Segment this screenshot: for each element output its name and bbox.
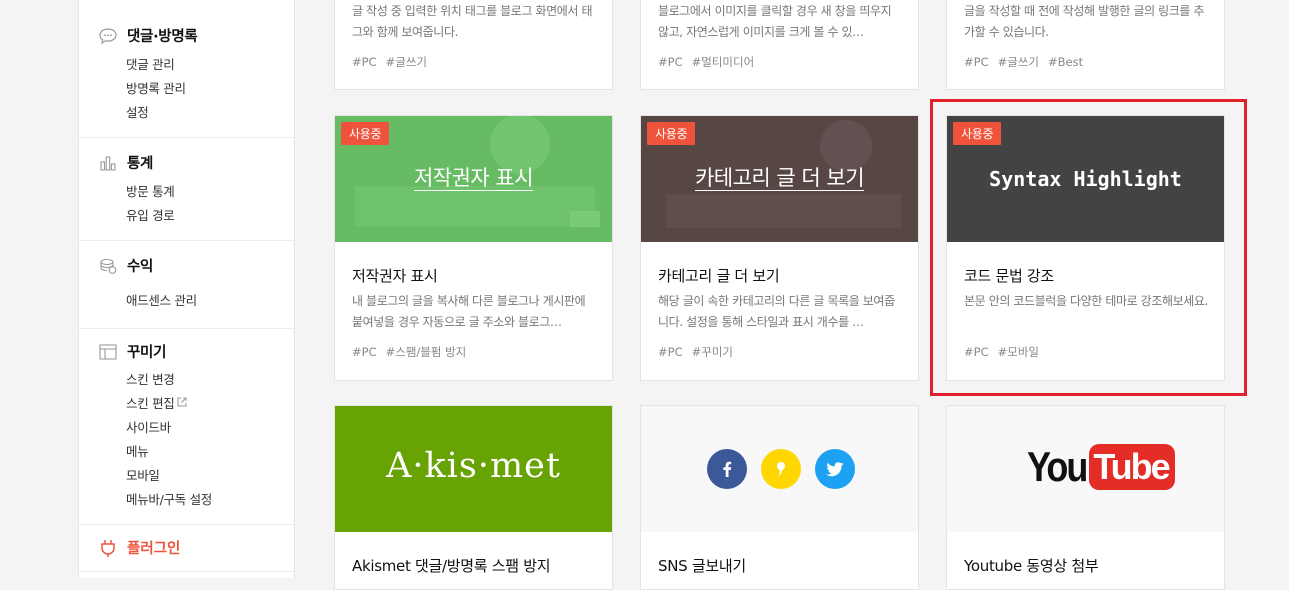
sidebar-heading-stats[interactable]: 통계 xyxy=(97,152,153,173)
plugin-tags: #PC #글쓰기 #Best xyxy=(964,54,1092,70)
sidebar-title-stats: 통계 xyxy=(127,156,154,172)
plugin-tags: #PC #멀티미디어 xyxy=(658,54,763,70)
plugin-thumbnail: You Tube xyxy=(947,406,1224,532)
thumbnail-title: 저작권자 표시 xyxy=(335,162,612,192)
facebook-icon xyxy=(707,449,747,489)
plugin-name: 저작권자 표시 xyxy=(352,267,438,285)
plugin-name: SNS 글보내기 xyxy=(658,557,746,575)
tag[interactable]: #PC xyxy=(352,55,377,69)
thumbnail-title-text: 카테고리 글 더 보기 xyxy=(694,166,865,190)
kakaostory-icon xyxy=(761,449,801,489)
plugin-card-location-tag[interactable]: 글 작성 중 입력한 위치 태그를 블로그 화면에서 태그와 함께 보여줍니다.… xyxy=(334,0,613,90)
plugin-name: Akismet 댓글/방명록 스팸 방지 xyxy=(352,557,551,575)
youtube-logo: You Tube xyxy=(1027,442,1175,490)
sidebar-title-design: 꾸미기 xyxy=(127,345,167,361)
tag[interactable]: #글쓰기 xyxy=(998,55,1039,69)
sidebar-heading-comments[interactable]: 댓글·방명록 xyxy=(97,25,198,46)
tag[interactable]: #PC xyxy=(964,345,989,359)
plugin-card-category-more[interactable]: 사용중 카테고리 글 더 보기 카테고리 글 더 보기 해당 글이 속한 카테고… xyxy=(640,115,919,381)
tag[interactable]: #PC xyxy=(352,345,377,359)
in-use-badge: 사용중 xyxy=(341,122,390,145)
sidebar-item-skin-edit[interactable]: 스킨 편집 xyxy=(126,393,187,412)
sidebar-item-sidebar[interactable]: 사이드바 xyxy=(126,417,171,436)
plugin-name: Youtube 동영상 첨부 xyxy=(964,557,1099,575)
sidebar-item-guestbook-manage[interactable]: 방명록 관리 xyxy=(126,78,186,97)
plugin-card-copyright[interactable]: 사용중 저작권자 표시 저작권자 표시 내 블로그의 글을 복사해 다른 블로그… xyxy=(334,115,613,381)
youtube-logo-you: You xyxy=(1027,442,1088,490)
sidebar-heading-design[interactable]: 꾸미기 xyxy=(97,341,166,362)
plugin-card-lightbox[interactable]: 블로그에서 이미지를 클릭할 경우 새 창을 띄우지 않고, 자연스럽게 이미지… xyxy=(640,0,919,90)
tag[interactable]: #꾸미기 xyxy=(692,345,733,359)
tag[interactable]: #PC xyxy=(658,55,683,69)
external-link-icon xyxy=(177,395,187,410)
plugin-desc: 글 작성 중 입력한 위치 태그를 블로그 화면에서 태그와 함께 보여줍니다. xyxy=(352,4,593,39)
tag[interactable]: #스팸/블펌 방지 xyxy=(386,345,467,359)
sidebar-section-design: 꾸미기 스킨 변경 스킨 편집 사이드바 메뉴 모바일 메뉴바/구독 설정 xyxy=(79,328,294,525)
sidebar: 댓글·방명록 댓글 관리 방명록 관리 설정 통계 방문 통계 유입 경로 수익… xyxy=(78,0,295,578)
tag[interactable]: #PC xyxy=(964,55,989,69)
plugin-desc: 해당 글이 속한 카테고리의 다른 글 목록을 보여줍니다. 설정을 통해 스타… xyxy=(658,294,895,329)
coins-icon xyxy=(97,256,119,276)
sidebar-item-skin-change[interactable]: 스킨 변경 xyxy=(126,369,175,388)
plugin-thumbnail: 사용중 Syntax Highlight xyxy=(947,116,1224,242)
plugin-thumbnail: 사용중 카테고리 글 더 보기 xyxy=(641,116,918,242)
plugin-card-youtube[interactable]: You Tube Youtube 동영상 첨부 xyxy=(946,405,1225,590)
twitter-icon xyxy=(815,449,855,489)
sidebar-title-comments: 댓글·방명록 xyxy=(127,29,198,45)
sidebar-item-menubar-subscribe[interactable]: 메뉴바/구독 설정 xyxy=(126,489,212,508)
tag[interactable]: #모바일 xyxy=(998,345,1039,359)
sidebar-section-comments: 댓글·방명록 댓글 관리 방명록 관리 설정 xyxy=(79,0,294,138)
sidebar-heading-revenue[interactable]: 수익 xyxy=(97,255,153,276)
plugin-card-prev-post-link[interactable]: 글을 작성할 때 전에 작성해 발행한 글의 링크를 추가할 수 있습니다. #… xyxy=(946,0,1225,90)
sidebar-section-stats: 통계 방문 통계 유입 경로 xyxy=(79,137,294,241)
speech-bubble-icon xyxy=(97,26,119,46)
layout-icon xyxy=(97,342,119,362)
sidebar-title-plugin: 플러그인 xyxy=(127,541,181,557)
plugin-desc: 글을 작성할 때 전에 작성해 발행한 글의 링크를 추가할 수 있습니다. xyxy=(964,4,1205,39)
sidebar-item-visit-stats[interactable]: 방문 통계 xyxy=(126,181,175,200)
thumbnail-title: Syntax Highlight xyxy=(989,167,1182,191)
sidebar-item-comment-manage[interactable]: 댓글 관리 xyxy=(126,54,175,73)
plugin-thumbnail: 사용중 저작권자 표시 xyxy=(335,116,612,242)
sidebar-title-revenue: 수익 xyxy=(127,259,154,275)
plugin-name: 카테고리 글 더 보기 xyxy=(658,267,780,285)
plugin-thumbnail xyxy=(641,406,918,532)
plugin-desc: 본문 안의 코드블럭을 다양한 테마로 강조해보세요. xyxy=(964,294,1208,308)
plugin-tags: #PC #스팸/블펌 방지 xyxy=(352,344,475,360)
sidebar-item-skin-edit-label: 스킨 편집 xyxy=(126,396,175,411)
plugin-card-akismet[interactable]: A·kis·met Akismet 댓글/방명록 스팸 방지 xyxy=(334,405,613,590)
sidebar-item-mobile[interactable]: 모바일 xyxy=(126,465,160,484)
sidebar-item-menu[interactable]: 메뉴 xyxy=(126,441,149,460)
tag[interactable]: #멀티미디어 xyxy=(692,55,755,69)
sidebar-heading-plugin[interactable]: 플러그인 xyxy=(97,537,180,558)
plugin-card-sns-share[interactable]: SNS 글보내기 xyxy=(640,405,919,590)
plugin-card-syntax-highlight[interactable]: 사용중 Syntax Highlight 코드 문법 강조 본문 안의 코드블럭… xyxy=(946,115,1225,381)
plugin-name: 코드 문법 강조 xyxy=(964,267,1054,285)
plugin-thumbnail: A·kis·met xyxy=(335,406,612,532)
plug-icon xyxy=(97,538,119,558)
thumbnail-title-text: 저작권자 표시 xyxy=(413,166,534,190)
bar-chart-icon xyxy=(97,153,119,173)
akismet-logo: A·kis·met xyxy=(386,446,561,486)
thumbnail-title: 카테고리 글 더 보기 xyxy=(641,162,918,192)
sidebar-item-adsense[interactable]: 애드센스 관리 xyxy=(126,290,197,309)
plugin-tags: #PC #꾸미기 xyxy=(658,344,742,360)
tag[interactable]: #PC xyxy=(658,345,683,359)
sidebar-item-referrer[interactable]: 유입 경로 xyxy=(126,205,175,224)
plugin-desc: 블로그에서 이미지를 클릭할 경우 새 창을 띄우지 않고, 자연스럽게 이미지… xyxy=(658,4,892,39)
sidebar-item-comment-settings[interactable]: 설정 xyxy=(126,102,149,121)
plugin-tags: #PC #모바일 xyxy=(964,344,1048,360)
tag[interactable]: #Best xyxy=(1048,55,1083,69)
tag[interactable]: #글쓰기 xyxy=(386,55,427,69)
sidebar-section-revenue: 수익 애드센스 관리 xyxy=(79,240,294,329)
in-use-badge: 사용중 xyxy=(647,122,696,145)
sidebar-section-plugin: 플러그인 xyxy=(79,524,294,572)
plugin-desc: 내 블로그의 글을 복사해 다른 블로그나 게시판에 붙여넣을 경우 자동으로 … xyxy=(352,294,586,329)
youtube-logo-tube: Tube xyxy=(1089,444,1175,490)
plugin-tags: #PC #글쓰기 xyxy=(352,54,436,70)
in-use-badge: 사용중 xyxy=(953,122,1002,145)
